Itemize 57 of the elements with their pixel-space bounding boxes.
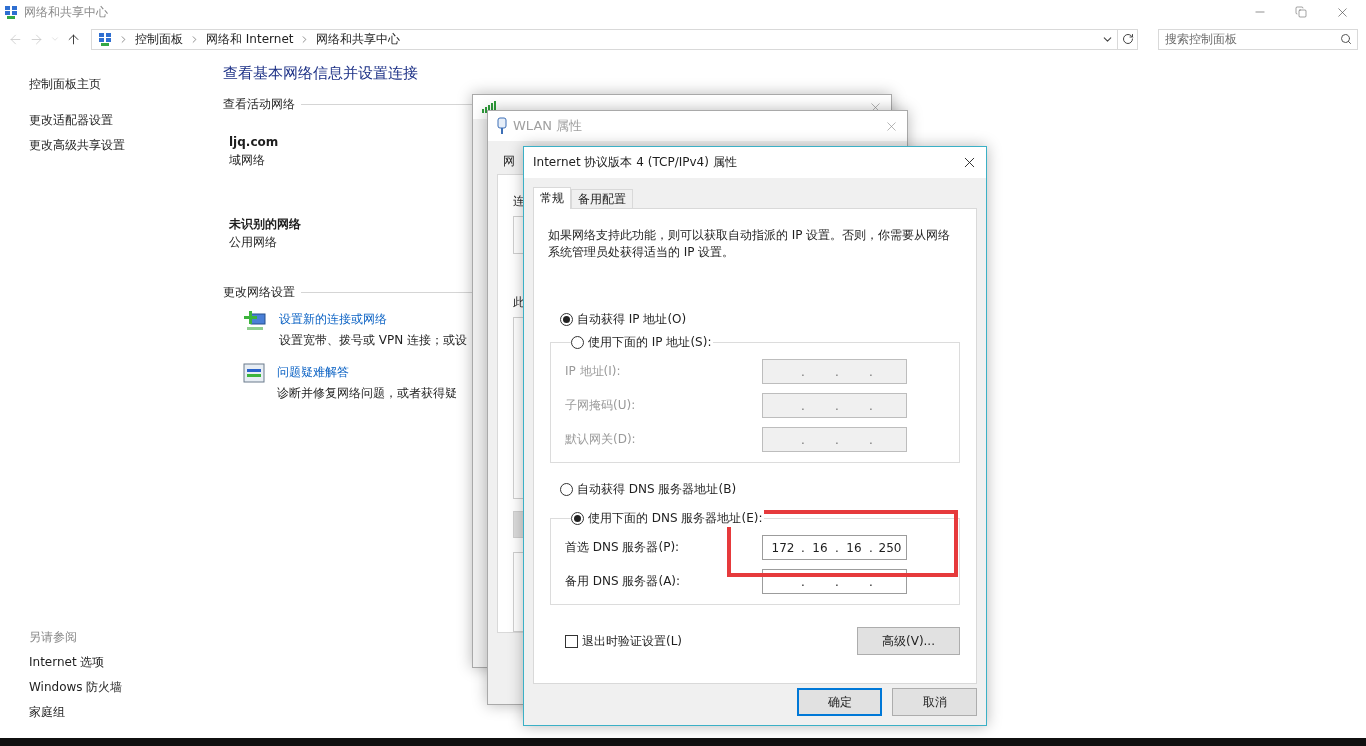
advanced-button[interactable]: 高级(V)...: [857, 627, 960, 655]
radio-button[interactable]: [571, 512, 584, 525]
tab[interactable]: 常规: [533, 187, 571, 209]
network-icon: [4, 5, 18, 19]
task-link[interactable]: 问题疑难解答: [277, 363, 457, 381]
radio-button[interactable]: [571, 336, 584, 349]
radio-button[interactable]: [560, 313, 573, 326]
address-bar[interactable]: 控制面板 网络和 Internet 网络和共享中心: [91, 28, 1138, 50]
troubleshoot-icon: [243, 363, 265, 383]
radio-label: 使用下面的 IP 地址(S):: [588, 334, 712, 351]
dialog-title: Internet 协议版本 4 (TCP/IPv4) 属性: [533, 154, 737, 171]
section-title: 更改网络设置: [223, 284, 295, 300]
section-title: 查看活动网络: [223, 96, 295, 112]
see-also-link[interactable]: 家庭组: [29, 703, 223, 721]
dialog-title: WLAN 属性: [513, 117, 583, 135]
field-label: 备用 DNS 服务器(A):: [565, 573, 681, 590]
sidebar-link[interactable]: 更改适配器设置: [29, 111, 223, 129]
network-setup-icon: [243, 310, 267, 332]
network-type: 域网络: [229, 152, 265, 169]
field-label: 首选 DNS 服务器(P):: [565, 539, 680, 556]
page-heading: 查看基本网络信息并设置连接: [223, 63, 419, 83]
refresh-icon[interactable]: [1121, 33, 1134, 45]
see-also-link[interactable]: Windows 防火墙: [29, 678, 223, 696]
see-also-link[interactable]: Internet 选项: [29, 653, 223, 671]
description-text: 如果网络支持此功能，则可以获取自动指派的 IP 设置。否则，你需要从网络系统管理员处获得适当的 IP 设置。: [548, 227, 952, 261]
network-icon: [98, 32, 112, 46]
ok-button[interactable]: 确定: [797, 688, 882, 716]
see-also-title: 另请参阅: [29, 629, 78, 646]
task-description: 设置宽带、拨号或 VPN 连接；或设: [279, 332, 468, 349]
checkbox[interactable]: [565, 634, 578, 648]
field-label: 连: [513, 193, 525, 210]
network-name: ljq.com: [229, 134, 279, 151]
cancel-button[interactable]: 取消: [892, 688, 977, 716]
breadcrumb[interactable]: 控制面板: [135, 30, 183, 48]
sidebar-link[interactable]: 更改高级共享设置: [29, 136, 223, 154]
tab[interactable]: 备用配置: [571, 189, 633, 208]
field-label: 子网掩码(U):: [565, 397, 636, 414]
field-label: IP 地址(I):: [565, 363, 621, 380]
task-description: 诊断并修复网络问题，或者获得疑: [277, 385, 457, 402]
window-title: 网络和共享中心: [24, 3, 108, 21]
network-adapter-icon: [497, 117, 507, 135]
field-label: 默认网关(D):: [565, 431, 636, 448]
radio-button[interactable]: [560, 483, 573, 496]
task-link[interactable]: 设置新的连接或网络: [279, 310, 468, 328]
network-type: 公用网络: [229, 234, 277, 251]
breadcrumb[interactable]: 网络和 Internet: [206, 30, 294, 48]
radio-label: 自动获得 DNS 服务器地址(B): [577, 481, 737, 498]
checkbox-label: 退出时验证设置(L): [582, 632, 683, 650]
radio-label: 自动获得 IP 地址(O): [577, 311, 687, 328]
network-name: 未识别的网络: [229, 216, 301, 233]
breadcrumb[interactable]: 网络和共享中心: [316, 30, 401, 48]
ip-address-field[interactable]: 172 . 16 . 16 . 250: [762, 535, 907, 560]
sidebar-link[interactable]: 控制面板主页: [29, 75, 223, 93]
search-field[interactable]: 搜索控制面板: [1158, 28, 1358, 50]
up-icon[interactable]: [66, 31, 81, 47]
radio-label: 使用下面的 DNS 服务器地址(E):: [588, 510, 763, 527]
search-icon[interactable]: [1340, 32, 1352, 45]
